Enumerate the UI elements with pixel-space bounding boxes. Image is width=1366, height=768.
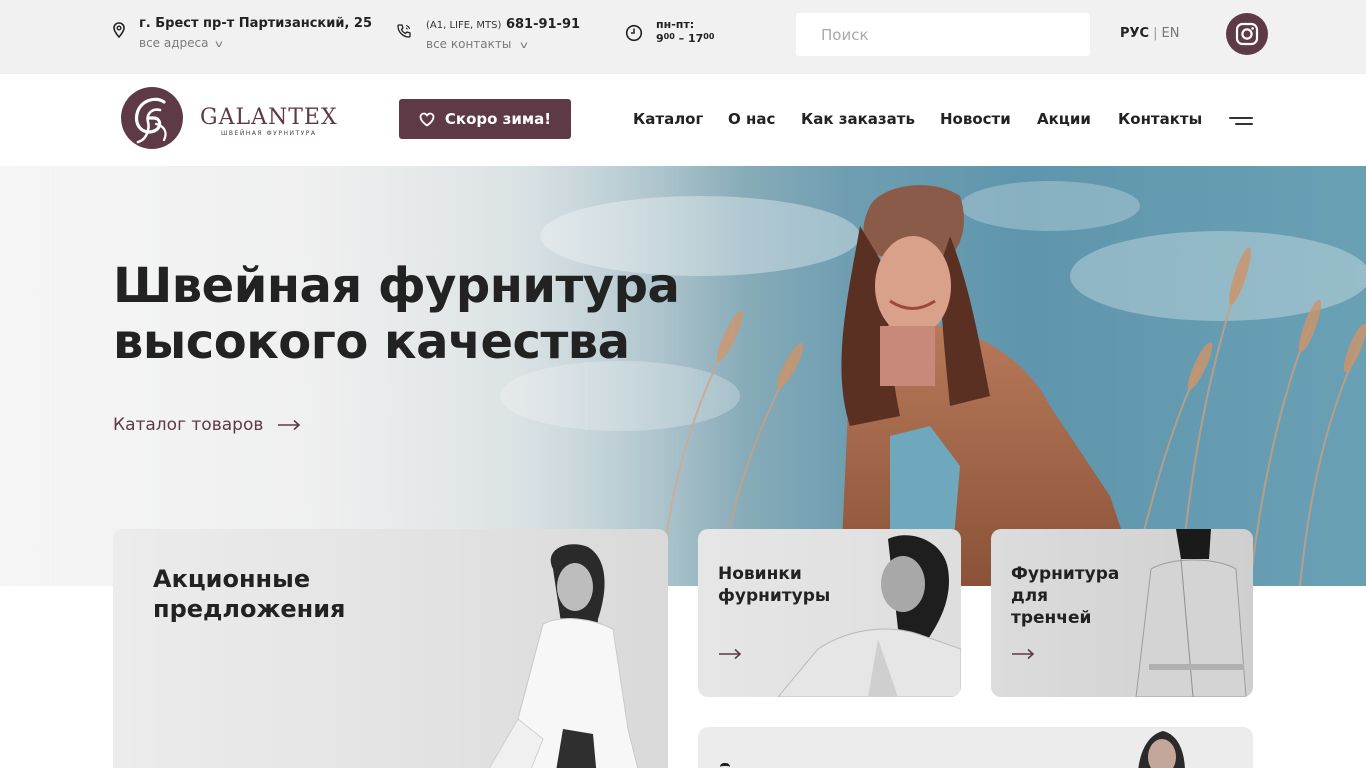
logo-text[interactable]: GALANTEX <box>200 105 338 130</box>
hours-to-min: 00 <box>703 32 715 41</box>
nav-contacts[interactable]: Контакты <box>1118 110 1202 128</box>
card-promotions[interactable]: Акционные предложения <box>113 529 668 768</box>
hero-photo <box>0 166 1366 586</box>
all-addresses-label: все адреса <box>139 36 209 50</box>
nav-about[interactable]: О нас <box>728 110 775 128</box>
hero-title-line1: Швейная фурнитура <box>113 258 680 314</box>
hero-title-line2: высокого качества <box>113 314 630 370</box>
lang-ru[interactable]: РУС <box>1120 26 1149 41</box>
catalog-link-label: Каталог товаров <box>113 415 264 435</box>
new-arrivals-model-photo <box>778 535 961 697</box>
lang-en[interactable]: EN <box>1161 26 1179 41</box>
bottom-card-glyph <box>720 763 730 768</box>
all-addresses-dropdown[interactable]: все адреса v <box>139 36 224 50</box>
catalog-link[interactable]: Каталог товаров <box>113 415 301 435</box>
arrow-right-icon <box>278 419 301 431</box>
hours-from-min: 00 <box>663 32 675 41</box>
hero-banner <box>0 166 1366 586</box>
instagram-button[interactable] <box>1226 13 1268 55</box>
hours-from: 9 <box>656 32 664 45</box>
phone-icon <box>397 24 411 38</box>
logo-subtitle: ШВЕЙНАЯ ФУРНИТУРА <box>221 130 317 137</box>
card-promotions-line1: Акционные <box>153 565 311 593</box>
phone-line[interactable]: (A1, LIFE, MTS) 681-91-91 <box>426 17 580 32</box>
chevron-down-icon: v <box>520 40 529 51</box>
card-bottom[interactable] <box>698 727 1253 768</box>
arrow-right-icon <box>719 648 742 660</box>
working-hours: пн-пт: 900 – 1700 <box>656 18 714 46</box>
trench-model-photo <box>1135 529 1247 697</box>
nav-news[interactable]: Новости <box>940 110 1011 128</box>
card-trench-hardware[interactable]: Фурнитура для тренчей <box>991 529 1253 697</box>
hero-title: Швейная фурнитура высокого качества <box>113 258 680 370</box>
winter-promo-label: Скоро зима! <box>444 110 552 128</box>
nav-promotions[interactable]: Акции <box>1037 110 1091 128</box>
phone-carriers: (A1, LIFE, MTS) <box>426 20 502 31</box>
card-new-arrivals-line1: Новинки <box>718 564 802 584</box>
promo-model-photo <box>488 544 639 768</box>
card-trench-title: Фурнитура для тренчей <box>1011 563 1119 629</box>
hours-to: 17 <box>687 32 704 45</box>
instagram-icon <box>1235 22 1259 46</box>
card-new-arrivals[interactable]: Новинки фурнитуры <box>698 529 961 697</box>
clock-icon <box>625 24 643 42</box>
lang-separator: | <box>1153 26 1158 41</box>
address-text: г. Брест пр-т Партизанский, 25 <box>139 16 373 31</box>
location-pin-icon <box>113 22 125 38</box>
card-trench-line2: для <box>1011 586 1049 606</box>
card-new-arrivals-line2: фурнитуры <box>718 586 831 606</box>
winter-promo-button[interactable]: Скоро зима! <box>399 99 571 139</box>
card-trench-line3: тренчей <box>1011 608 1092 628</box>
all-contacts-label: все контакты <box>426 37 512 51</box>
hours-days: пн-пт: <box>656 18 695 31</box>
card-trench-line1: Фурнитура <box>1011 564 1120 584</box>
main-header: GALANTEX ШВЕЙНАЯ ФУРНИТУРА Скоро зима! К… <box>0 74 1366 166</box>
card-new-arrivals-title: Новинки фурнитуры <box>718 563 830 607</box>
burger-menu-icon[interactable] <box>1229 112 1253 128</box>
all-contacts-dropdown[interactable]: все контакты v <box>426 37 529 51</box>
arrow-right-icon <box>1012 648 1035 660</box>
heart-icon <box>419 112 435 126</box>
card-promotions-line2: предложения <box>153 595 346 623</box>
nav-how-to-order[interactable]: Как заказать <box>801 110 915 128</box>
top-bar: г. Брест пр-т Партизанский, 25 все адрес… <box>0 0 1366 74</box>
hours-range: 900 – 1700 <box>656 32 714 46</box>
bottom-card-model-photo <box>1138 731 1185 768</box>
card-promotions-title: Акционные предложения <box>153 564 345 624</box>
language-switcher: РУС | EN <box>1120 26 1179 41</box>
hours-dash: – <box>674 32 688 45</box>
phone-number: 681-91-91 <box>505 17 581 32</box>
logo-mark-icon[interactable] <box>120 86 184 150</box>
search-input[interactable] <box>796 13 1090 56</box>
chevron-down-icon: v <box>215 39 224 50</box>
nav-catalog[interactable]: Каталог <box>633 110 703 128</box>
